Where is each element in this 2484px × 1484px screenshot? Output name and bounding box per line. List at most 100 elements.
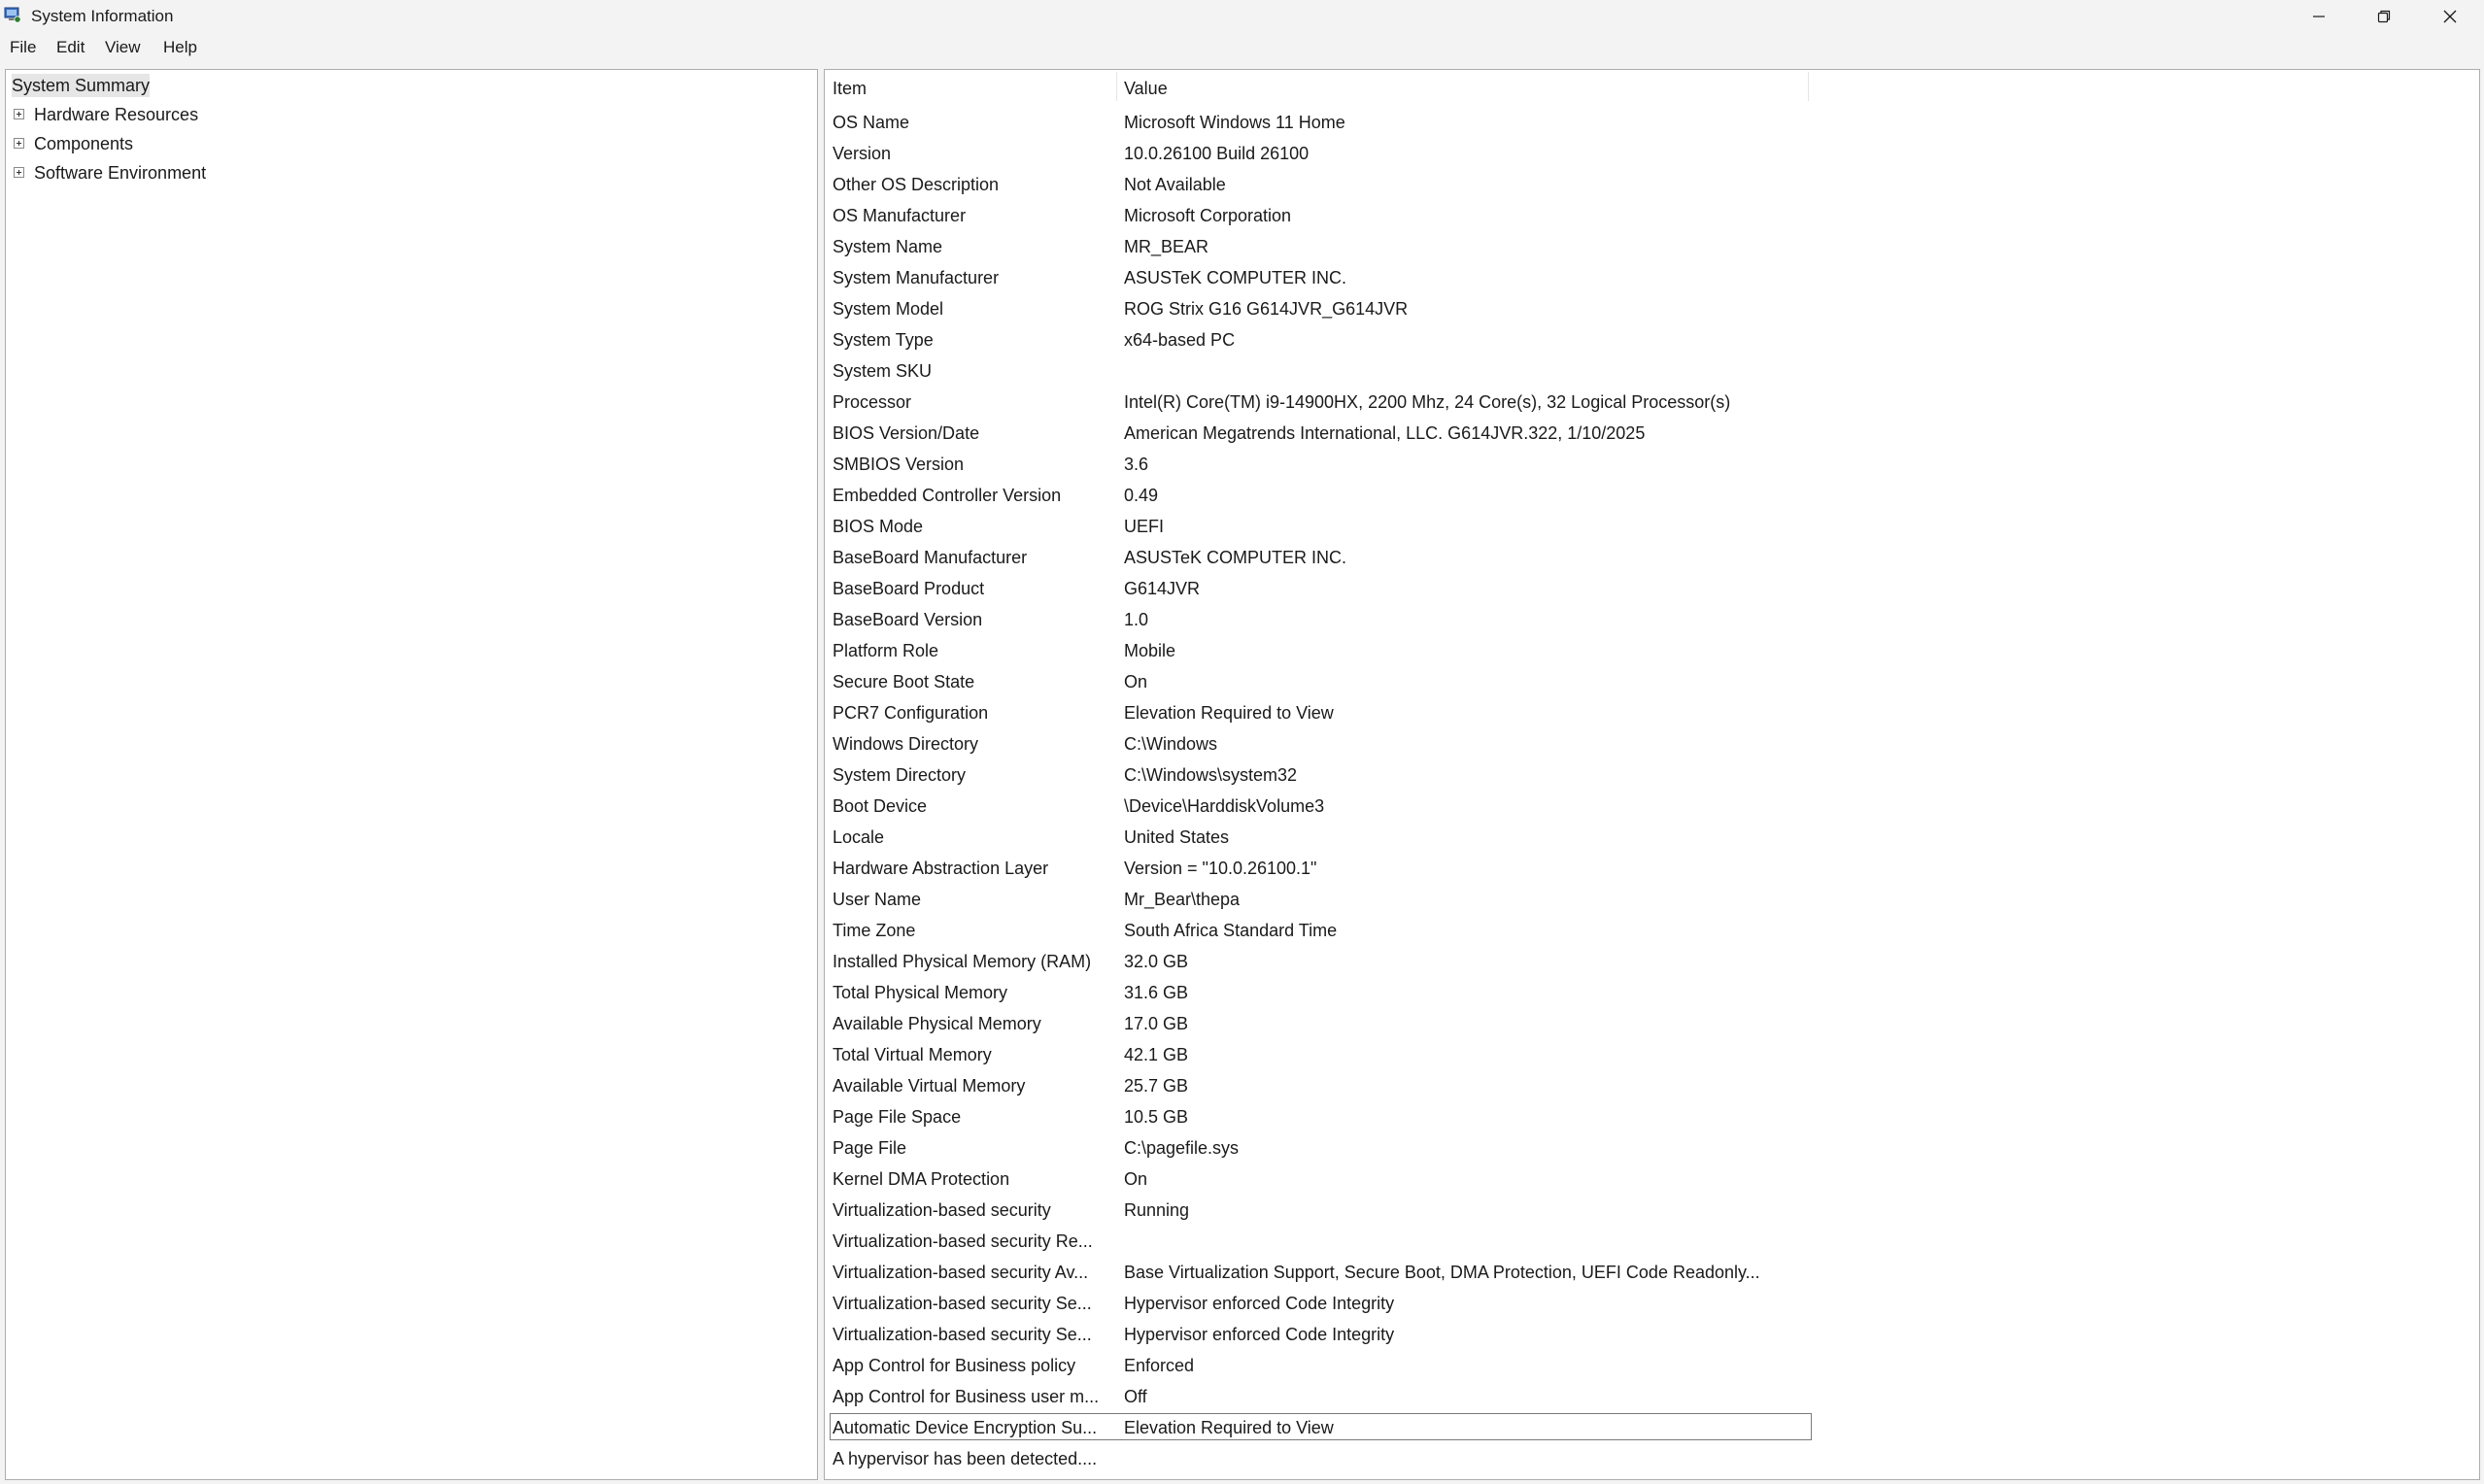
table-row[interactable]: Hardware Abstraction Layer Version = "10.… bbox=[825, 853, 2479, 884]
table-row[interactable]: BIOS Version/Date American Megatrends Int… bbox=[825, 418, 2479, 449]
details-list[interactable]: Item Value OS Name Microsoft Windows 11 H… bbox=[824, 69, 2480, 1480]
table-row[interactable]: System Model ROG Strix G16 G614JVR_G614JV… bbox=[825, 293, 2479, 324]
table-row[interactable]: OS Name Microsoft Windows 11 Home bbox=[825, 107, 2479, 138]
menu-file[interactable]: File bbox=[10, 38, 36, 57]
value-cell: American Megatrends International, LLC. … bbox=[1124, 423, 1646, 443]
value-cell: On bbox=[1124, 1169, 1148, 1189]
value-cell: 42.1 GB bbox=[1124, 1045, 1189, 1064]
table-row[interactable]: Virtualization-based security Running bbox=[825, 1195, 2479, 1226]
table-row[interactable]: Virtualization-based security Se... Hyper… bbox=[825, 1319, 2479, 1350]
table-row[interactable]: System Name MR_BEAR bbox=[825, 231, 2479, 262]
value-cell: C:\Windows\system32 bbox=[1124, 765, 1298, 785]
item-cell: OS Manufacturer bbox=[833, 206, 967, 225]
value-cell: ROG Strix G16 G614JVR_G614JVR bbox=[1124, 299, 1409, 319]
tree-item-label: System Summary bbox=[12, 76, 151, 95]
table-row[interactable]: SMBIOS Version 3.6 bbox=[825, 449, 2479, 480]
item-cell: OS Name bbox=[833, 113, 910, 132]
table-row[interactable]: Time Zone South Africa Standard Time bbox=[825, 915, 2479, 946]
item-cell: Time Zone bbox=[833, 921, 916, 940]
menu-view[interactable]: View bbox=[105, 38, 141, 57]
item-cell: App Control for Business policy bbox=[833, 1356, 1076, 1375]
table-row[interactable]: Version 10.0.26100 Build 26100 bbox=[825, 138, 2479, 169]
table-row[interactable]: Other OS Description Not Available bbox=[825, 169, 2479, 200]
value-cell: 32.0 GB bbox=[1124, 952, 1189, 971]
value-cell: ASUSTeK COMPUTER INC. bbox=[1124, 268, 1347, 287]
table-row[interactable]: Available Physical Memory 17.0 GB bbox=[825, 1008, 2479, 1039]
system-information-icon bbox=[4, 6, 21, 23]
value-cell: G614JVR bbox=[1124, 579, 1201, 598]
item-cell: Platform Role bbox=[833, 641, 939, 660]
table-row[interactable]: Available Virtual Memory 25.7 GB bbox=[825, 1070, 2479, 1101]
column-divider[interactable] bbox=[1116, 72, 1117, 101]
tree-item-label: Hardware Resources bbox=[34, 105, 199, 124]
value-cell: C:\pagefile.sys bbox=[1124, 1138, 1240, 1158]
table-row[interactable]: A hypervisor has been detected.... bbox=[825, 1443, 2479, 1474]
table-row[interactable]: Page File Space 10.5 GB bbox=[825, 1101, 2479, 1132]
table-row[interactable]: System SKU bbox=[825, 355, 2479, 387]
item-cell: Other OS Description bbox=[833, 175, 1000, 194]
item-cell: BIOS Mode bbox=[833, 517, 924, 536]
value-cell: 10.5 GB bbox=[1124, 1107, 1189, 1127]
table-row[interactable]: Windows Directory C:\Windows bbox=[825, 728, 2479, 759]
item-cell: App Control for Business user m... bbox=[833, 1387, 1100, 1406]
tree-item-label: Components bbox=[34, 134, 134, 153]
value-cell: ASUSTeK COMPUTER INC. bbox=[1124, 548, 1347, 567]
value-cell: 31.6 GB bbox=[1124, 983, 1189, 1002]
table-row[interactable]: Page File C:\pagefile.sys bbox=[825, 1132, 2479, 1164]
value-cell: C:\Windows bbox=[1124, 734, 1218, 754]
table-row[interactable]: Total Physical Memory 31.6 GB bbox=[825, 977, 2479, 1008]
expand-icon[interactable] bbox=[14, 167, 24, 178]
item-cell: Page File bbox=[833, 1138, 907, 1158]
table-row[interactable]: Virtualization-based security Se... Hyper… bbox=[825, 1288, 2479, 1319]
table-row[interactable]: Virtualization-based security Av... Base … bbox=[825, 1257, 2479, 1288]
table-row[interactable]: Processor Intel(R) Core(TM) i9-14900HX, 2… bbox=[825, 387, 2479, 418]
value-cell: 10.0.26100 Build 26100 bbox=[1124, 144, 1310, 163]
column-divider[interactable] bbox=[1808, 72, 1809, 101]
category-tree[interactable]: System Summary Hardware Resources Compon… bbox=[5, 69, 818, 1480]
item-cell: BIOS Version/Date bbox=[833, 423, 980, 443]
table-row[interactable]: Installed Physical Memory (RAM) 32.0 GB bbox=[825, 946, 2479, 977]
column-header-item[interactable]: Item bbox=[833, 79, 867, 99]
table-row[interactable]: Boot Device \Device\HarddiskVolume3 bbox=[825, 791, 2479, 822]
table-row[interactable]: App Control for Business user m... Off bbox=[825, 1381, 2479, 1412]
restore-icon bbox=[2377, 10, 2391, 23]
table-row[interactable]: BaseBoard Product G614JVR bbox=[825, 573, 2479, 604]
tree-item-system-summary[interactable]: System Summary bbox=[12, 74, 151, 97]
table-row[interactable]: Secure Boot State On bbox=[825, 666, 2479, 697]
minimize-button[interactable] bbox=[2285, 0, 2353, 33]
table-row[interactable]: System Type x64-based PC bbox=[825, 324, 2479, 355]
column-header-value[interactable]: Value bbox=[1124, 79, 1168, 99]
table-row[interactable]: System Manufacturer ASUSTeK COMPUTER INC. bbox=[825, 262, 2479, 293]
table-row[interactable]: Kernel DMA Protection On bbox=[825, 1164, 2479, 1195]
expand-icon[interactable] bbox=[14, 138, 24, 149]
table-row[interactable]: Platform Role Mobile bbox=[825, 635, 2479, 666]
table-row[interactable]: PCR7 Configuration Elevation Required to … bbox=[825, 697, 2479, 728]
value-cell: Mobile bbox=[1124, 641, 1176, 660]
table-row[interactable]: Embedded Controller Version 0.49 bbox=[825, 480, 2479, 511]
item-cell: Virtualization-based security Se... bbox=[833, 1325, 1092, 1344]
item-cell: Windows Directory bbox=[833, 734, 979, 754]
restore-button[interactable] bbox=[2350, 0, 2418, 33]
value-cell: Microsoft Corporation bbox=[1124, 206, 1292, 225]
menu-edit[interactable]: Edit bbox=[56, 38, 85, 57]
table-row[interactable]: Total Virtual Memory 42.1 GB bbox=[825, 1039, 2479, 1070]
menu-help[interactable]: Help bbox=[163, 38, 197, 57]
table-row[interactable]: Virtualization-based security Re... bbox=[825, 1226, 2479, 1257]
table-row[interactable]: OS Manufacturer Microsoft Corporation bbox=[825, 200, 2479, 231]
close-button[interactable] bbox=[2416, 0, 2484, 33]
list-rows: OS Name Microsoft Windows 11 Home Version 1… bbox=[825, 107, 2479, 1474]
table-row[interactable]: User Name Mr_Bear\thepa bbox=[825, 884, 2479, 915]
table-row[interactable]: BIOS Mode UEFI bbox=[825, 511, 2479, 542]
table-row[interactable]: App Control for Business policy Enforced bbox=[825, 1350, 2479, 1381]
item-cell: SMBIOS Version bbox=[833, 455, 965, 474]
table-row[interactable]: System Directory C:\Windows\system32 bbox=[825, 759, 2479, 791]
value-cell: Elevation Required to View bbox=[1124, 1418, 1334, 1437]
table-row[interactable]: Locale United States bbox=[825, 822, 2479, 853]
table-row[interactable]: Automatic Device Encryption Su... Elevati… bbox=[825, 1412, 2479, 1443]
expand-icon[interactable] bbox=[14, 109, 24, 119]
table-row[interactable]: BaseBoard Manufacturer ASUSTeK COMPUTER I… bbox=[825, 542, 2479, 573]
table-row[interactable]: BaseBoard Version 1.0 bbox=[825, 604, 2479, 635]
value-cell: 25.7 GB bbox=[1124, 1076, 1189, 1096]
item-cell: System Directory bbox=[833, 765, 967, 785]
item-cell: Total Physical Memory bbox=[833, 983, 1008, 1002]
